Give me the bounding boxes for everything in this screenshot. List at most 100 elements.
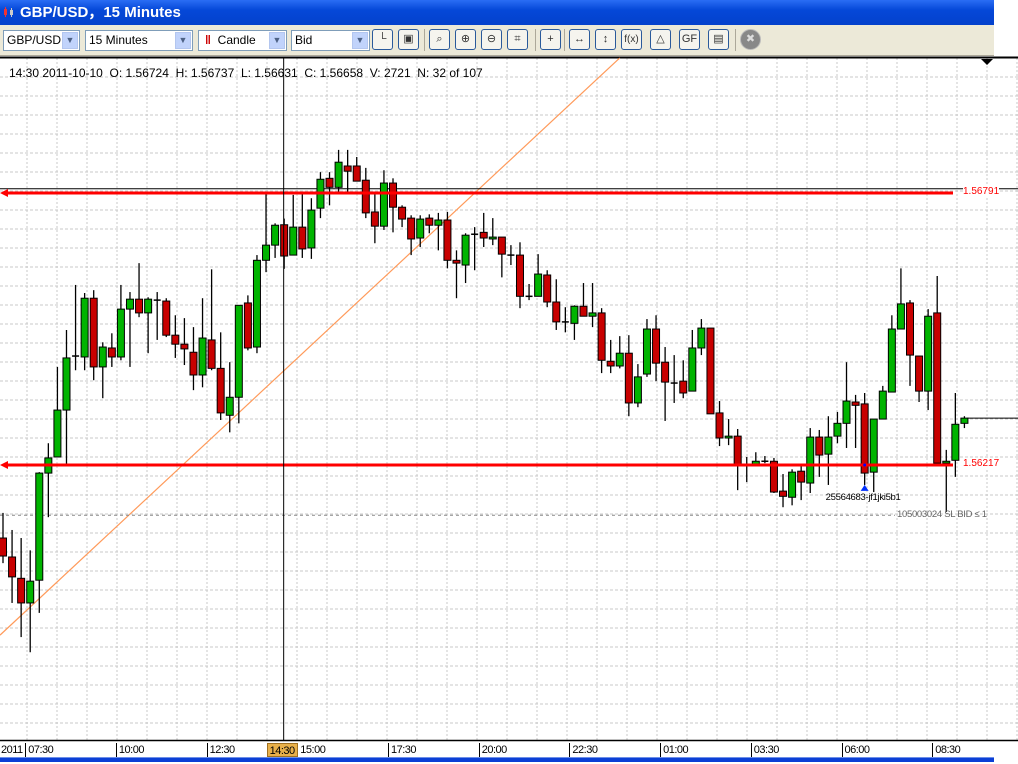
- candle-bearish: [679, 380, 688, 394]
- candle-bullish: [116, 308, 125, 358]
- candle-bullish: [788, 471, 797, 498]
- candle-bullish: [379, 182, 388, 227]
- candle-bullish: [234, 304, 243, 398]
- lock-button[interactable]: ▣: [398, 29, 419, 50]
- time-tick-label: 15:00: [297, 743, 326, 757]
- time-tick-label: 03:30: [750, 743, 779, 757]
- price-level-label: 1.56791: [963, 186, 1000, 197]
- candle-bearish: [706, 327, 715, 415]
- timeframe-value: 15 Minutes: [89, 33, 148, 47]
- candle-bullish: [98, 346, 107, 368]
- candle-bullish: [144, 298, 153, 314]
- indicators-button[interactable]: f(x): [621, 29, 642, 50]
- crosshair-icon: +: [547, 33, 554, 45]
- chart-canvas[interactable]: [0, 56, 1018, 764]
- candle-bearish: [425, 217, 434, 226]
- zoom-region-button[interactable]: ⌗: [507, 29, 528, 50]
- candle-bearish: [352, 165, 361, 182]
- fibonacci-button[interactable]: GF: [679, 29, 700, 50]
- shapes-button[interactable]: △: [650, 29, 671, 50]
- candle-bearish: [815, 436, 824, 456]
- zoom-in-button[interactable]: ⊕: [455, 29, 476, 50]
- shapes-icon: △: [656, 33, 665, 45]
- time-tick-label: 12:30: [206, 743, 235, 757]
- vertical-scale-icon: ↕: [602, 33, 609, 45]
- ohlc-info-line: 14:30 2011-10-10 O: 1.56724 H: 1.56737 L…: [9, 66, 483, 80]
- close-circle-icon: ✖: [745, 33, 756, 45]
- chart-scrollbar[interactable]: [0, 757, 994, 762]
- candle-bearish: [162, 300, 171, 336]
- candle-bearish: [779, 490, 788, 497]
- candle-bearish: [624, 352, 633, 404]
- price-side-select[interactable]: Bid ▼: [291, 30, 370, 51]
- chevron-down-icon[interactable]: ▼: [352, 32, 368, 49]
- close-circle-button[interactable]: ✖: [740, 29, 761, 50]
- timeframe-select[interactable]: 15 Minutes ▼: [85, 30, 193, 51]
- candle-bullish: [262, 244, 271, 261]
- candle-bearish: [0, 537, 7, 557]
- crosshair-time-label: 14:30: [266, 743, 298, 757]
- candle-bullish: [615, 352, 624, 367]
- candle-bullish: [633, 376, 642, 404]
- candle-bearish: [452, 259, 461, 264]
- time-tick-label: 01:00: [660, 743, 689, 757]
- order-line-label: 105003024 SL BID ≤ 1: [897, 509, 987, 521]
- candle-bearish: [180, 343, 189, 350]
- candle-bearish: [733, 435, 742, 466]
- chevron-down-icon[interactable]: ▼: [269, 32, 285, 49]
- candle-bullish: [26, 580, 35, 604]
- candle-bullish: [307, 209, 316, 249]
- collapse-triangle-icon: [981, 59, 993, 65]
- candle-bullish: [896, 303, 905, 330]
- candle-bearish: [398, 206, 407, 220]
- chart-type-select[interactable]: ‖ Candle ▼: [198, 30, 287, 51]
- candle-bearish: [906, 302, 914, 356]
- candle-bearish: [851, 401, 860, 406]
- price-side-value: Bid: [295, 33, 313, 47]
- candle-bearish: [515, 254, 524, 297]
- arrow-left-icon: [0, 189, 8, 197]
- toolbar-separator: [424, 29, 425, 51]
- candle-bearish: [17, 577, 26, 604]
- candle-bullish: [289, 226, 298, 256]
- zoom-region-icon: ⌗: [514, 33, 521, 45]
- toolbar-separator: [535, 29, 536, 51]
- candle-bullish: [225, 396, 234, 416]
- candlestick-app-icon: [4, 7, 13, 17]
- candle-bearish: [479, 231, 488, 239]
- candle-bearish: [107, 347, 116, 358]
- candle-bearish: [543, 274, 552, 303]
- candle-bearish: [597, 312, 606, 361]
- chevron-down-icon[interactable]: ▼: [175, 32, 191, 49]
- chart-type-value: Candle: [217, 33, 256, 47]
- candle-bearish: [171, 334, 180, 345]
- chart-axes-icon: └: [378, 33, 387, 45]
- candle-bullish: [688, 347, 697, 392]
- candle-bearish: [135, 298, 144, 314]
- save-chart-button[interactable]: ▤: [708, 29, 729, 50]
- toolbar-separator: [735, 29, 736, 51]
- chart-toolbar: GBP/USD ▼ 15 Minutes ▼ ‖ Candle ▼ Bid ▼ └ ▣ ⌕ ⊕…: [0, 25, 994, 56]
- zoom-fit-button[interactable]: ⌕: [429, 29, 450, 50]
- zoom-out-button[interactable]: ⊖: [481, 29, 502, 50]
- candle-bearish: [298, 226, 307, 250]
- horizontal-scroll-button[interactable]: ↔: [569, 29, 590, 50]
- candle-bullish: [53, 409, 62, 458]
- crosshair-button[interactable]: +: [540, 29, 561, 50]
- candle-bullish: [62, 357, 71, 411]
- time-tick-label: 10:00: [115, 743, 144, 757]
- candle-bullish: [461, 234, 470, 266]
- candle-bullish: [534, 273, 543, 297]
- candle-bullish: [198, 337, 207, 376]
- symbol-select[interactable]: GBP/USD ▼: [3, 30, 80, 51]
- candle-bullish: [833, 422, 842, 437]
- candle-bullish: [842, 400, 851, 424]
- chevron-down-icon[interactable]: ▼: [62, 32, 78, 49]
- price-level-label: 1.56217: [963, 458, 1000, 470]
- chart-axes-button[interactable]: └: [372, 29, 393, 50]
- vertical-scale-button[interactable]: ↕: [595, 29, 616, 50]
- price-chart[interactable]: [0, 56, 1018, 764]
- horizontal-scroll-icon: ↔: [574, 33, 585, 45]
- time-tick-label: 2011: [1, 744, 23, 756]
- candle-bearish: [370, 211, 379, 227]
